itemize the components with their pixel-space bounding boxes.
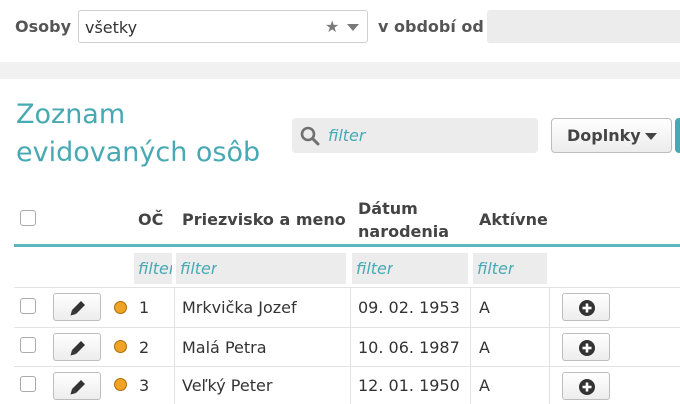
column-header-name[interactable]: Priezvisko a meno <box>182 210 346 229</box>
filter-placeholder: filter <box>356 259 394 278</box>
period-from-input[interactable] <box>487 10 680 43</box>
filter-placeholder: filter <box>477 259 515 278</box>
cell-name: Mrkvička Jozef <box>182 298 297 317</box>
table-header-divider <box>14 244 680 247</box>
cell-active: A <box>479 298 490 317</box>
pencil-icon <box>70 380 85 395</box>
persons-select[interactable]: všetky ★ <box>78 10 368 43</box>
row-checkbox[interactable] <box>20 376 36 392</box>
period-from-label: v období od <box>378 17 484 36</box>
plus-circle-icon <box>579 379 595 395</box>
status-dot-icon <box>114 340 127 353</box>
add-button[interactable] <box>562 293 610 321</box>
filter-placeholder: filter <box>138 259 172 278</box>
chevron-down-icon[interactable] <box>347 24 359 31</box>
row-divider <box>14 366 680 367</box>
cell-birth: 09. 02. 1953 <box>358 298 460 317</box>
pencil-icon <box>70 341 85 356</box>
status-dot-icon <box>114 301 127 314</box>
cell-name: Veľký Peter <box>182 376 273 395</box>
row-divider <box>14 327 680 328</box>
addons-label: Doplnky <box>567 126 641 145</box>
add-button[interactable] <box>562 372 610 400</box>
cell-active: A <box>479 338 490 357</box>
column-divider <box>470 287 471 404</box>
chevron-down-icon <box>645 133 657 140</box>
filter-oc-input[interactable]: filter <box>134 253 172 284</box>
edit-button[interactable] <box>53 372 101 400</box>
column-divider <box>350 287 351 404</box>
filter-placeholder: filter <box>180 259 218 278</box>
persons-select-value: všetky <box>85 18 138 37</box>
add-button[interactable] <box>562 333 610 361</box>
column-divider <box>174 287 175 404</box>
search-placeholder: filter <box>328 126 366 145</box>
cell-birth: 12. 01. 1950 <box>358 376 460 395</box>
cell-active: A <box>479 376 490 395</box>
persons-label: Osoby <box>15 17 71 36</box>
filter-name-input[interactable]: filter <box>176 253 346 284</box>
filter-active-input[interactable]: filter <box>473 253 547 284</box>
column-header-active[interactable]: Aktívne <box>479 210 548 229</box>
plus-circle-icon <box>579 340 595 356</box>
search-icon <box>300 126 320 146</box>
primary-action-button[interactable] <box>675 118 680 153</box>
filter-bar: Osoby všetky ★ v období od <box>0 0 680 54</box>
cell-name: Malá Petra <box>182 338 267 357</box>
column-divider <box>549 287 550 404</box>
select-all-checkbox[interactable] <box>20 210 36 226</box>
column-header-birth-line2[interactable]: narodenia <box>358 222 449 241</box>
edit-button[interactable] <box>53 333 101 361</box>
cell-oc: 2 <box>139 338 150 357</box>
column-header-oc[interactable]: OČ <box>138 210 163 229</box>
search-input[interactable]: filter <box>292 118 538 153</box>
edit-button[interactable] <box>53 293 101 321</box>
page-title: Zoznam evidovaných osôb <box>16 99 261 168</box>
cell-oc: 1 <box>139 298 150 317</box>
addons-dropdown-button[interactable]: Doplnky <box>551 118 672 153</box>
row-checkbox[interactable] <box>20 337 36 353</box>
filter-birth-input[interactable]: filter <box>352 253 468 284</box>
row-divider <box>14 287 680 288</box>
row-checkbox[interactable] <box>20 298 36 314</box>
pencil-icon <box>70 301 85 316</box>
star-icon[interactable]: ★ <box>325 17 339 36</box>
cell-birth: 10. 06. 1987 <box>358 338 460 357</box>
status-dot-icon <box>114 378 127 391</box>
column-header-birth-line1[interactable]: Dátum <box>358 199 418 218</box>
section-divider <box>0 62 680 79</box>
cell-oc: 3 <box>139 376 150 395</box>
plus-circle-icon <box>579 300 595 316</box>
